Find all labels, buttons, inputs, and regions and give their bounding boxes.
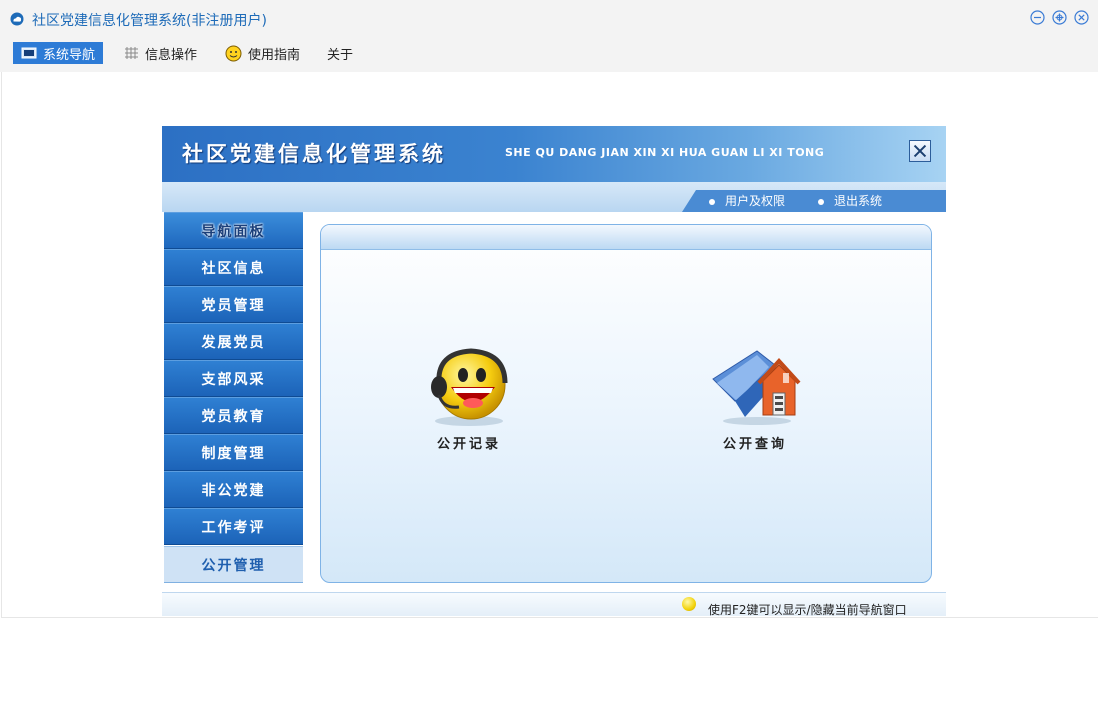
smiley-icon (225, 45, 242, 61)
link-user-permissions[interactable]: 用户及权限 (709, 192, 785, 209)
menu-item-info-ops[interactable]: 信息操作 (124, 42, 197, 64)
maximize-icon[interactable] (1052, 10, 1067, 25)
menu-label: 使用指南 (248, 47, 301, 63)
app-subbar: 用户及权限 退出系统 (162, 182, 946, 212)
panel-header (321, 225, 931, 250)
public-records-button[interactable]: 公开记录 (417, 347, 521, 452)
nav-item-regulation-mgmt[interactable]: 制度管理 (164, 434, 303, 471)
app-footer: 使用F2键可以显示/隐藏当前导航窗口 (162, 592, 946, 616)
close-x-icon[interactable] (909, 140, 931, 162)
nav-item-work-evaluation[interactable]: 工作考评 (164, 508, 303, 545)
headset-smiley-icon (431, 348, 508, 426)
menu-item-about[interactable]: 关于 (327, 42, 353, 64)
nav-panel: 导航面板 社区信息 党员管理 发展党员 支部风采 党员教育 制度管理 非公党建 … (162, 212, 305, 590)
menu-bar: 系统导航 信息操作 使用指南 关于 (0, 38, 1098, 72)
menu-label: 关于 (327, 47, 354, 63)
bullet-icon (818, 198, 824, 205)
nav-item-public-mgmt[interactable]: 公开管理 (164, 546, 303, 583)
link-exit-system[interactable]: 退出系统 (818, 192, 882, 209)
nav-item-nonpublic-party[interactable]: 非公党建 (164, 471, 303, 508)
bulb-icon (682, 597, 696, 611)
menu-item-system-nav[interactable]: 系统导航 (13, 42, 104, 64)
grid-icon (125, 46, 138, 59)
app-banner: 社区党建信息化管理系统 SHE QU DANG JIAN XIN XI HUA … (162, 126, 946, 182)
nav-item-develop-members[interactable]: 发展党员 (164, 323, 303, 360)
nav-header: 导航面板 (164, 212, 303, 249)
public-query-button[interactable]: 公开查询 (705, 343, 805, 452)
app-screen: 社区党建信息化管理系统 SHE QU DANG JIAN XIN XI HUA … (162, 126, 946, 616)
menu-label: 系统导航 (43, 47, 96, 63)
minimize-icon[interactable] (1030, 10, 1045, 25)
monitor-icon (21, 47, 37, 58)
footer-tip: 使用F2键可以显示/隐藏当前导航窗口 (708, 603, 907, 616)
action-label: 公开查询 (722, 437, 787, 452)
nav-item-member-mgmt[interactable]: 党员管理 (164, 286, 303, 323)
bullet-icon (709, 198, 715, 205)
link-label: 用户及权限 (725, 194, 786, 208)
window-title: 社区党建信息化管理系统(非注册用户) (32, 13, 267, 29)
nav-item-branch-showcase[interactable]: 支部风采 (164, 360, 303, 397)
folder-house-icon (712, 350, 801, 425)
link-label: 退出系统 (834, 194, 883, 208)
app-title-pinyin: SHE QU DANG JIAN XIN XI HUA GUAN LI XI T… (505, 146, 825, 159)
menu-item-user-guide[interactable]: 使用指南 (225, 42, 300, 64)
window-titlebar: 社区党建信息化管理系统(非注册用户) (0, 0, 1098, 38)
nav-item-member-education[interactable]: 党员教育 (164, 397, 303, 434)
close-icon[interactable] (1074, 10, 1089, 25)
menu-label: 信息操作 (145, 47, 198, 63)
app-title: 社区党建信息化管理系统 (182, 142, 446, 166)
main-panel: 公开记录 公开查询 (320, 224, 932, 583)
nav-item-community-info[interactable]: 社区信息 (164, 249, 303, 286)
cloud-icon (10, 12, 24, 26)
action-label: 公开记录 (436, 437, 501, 452)
